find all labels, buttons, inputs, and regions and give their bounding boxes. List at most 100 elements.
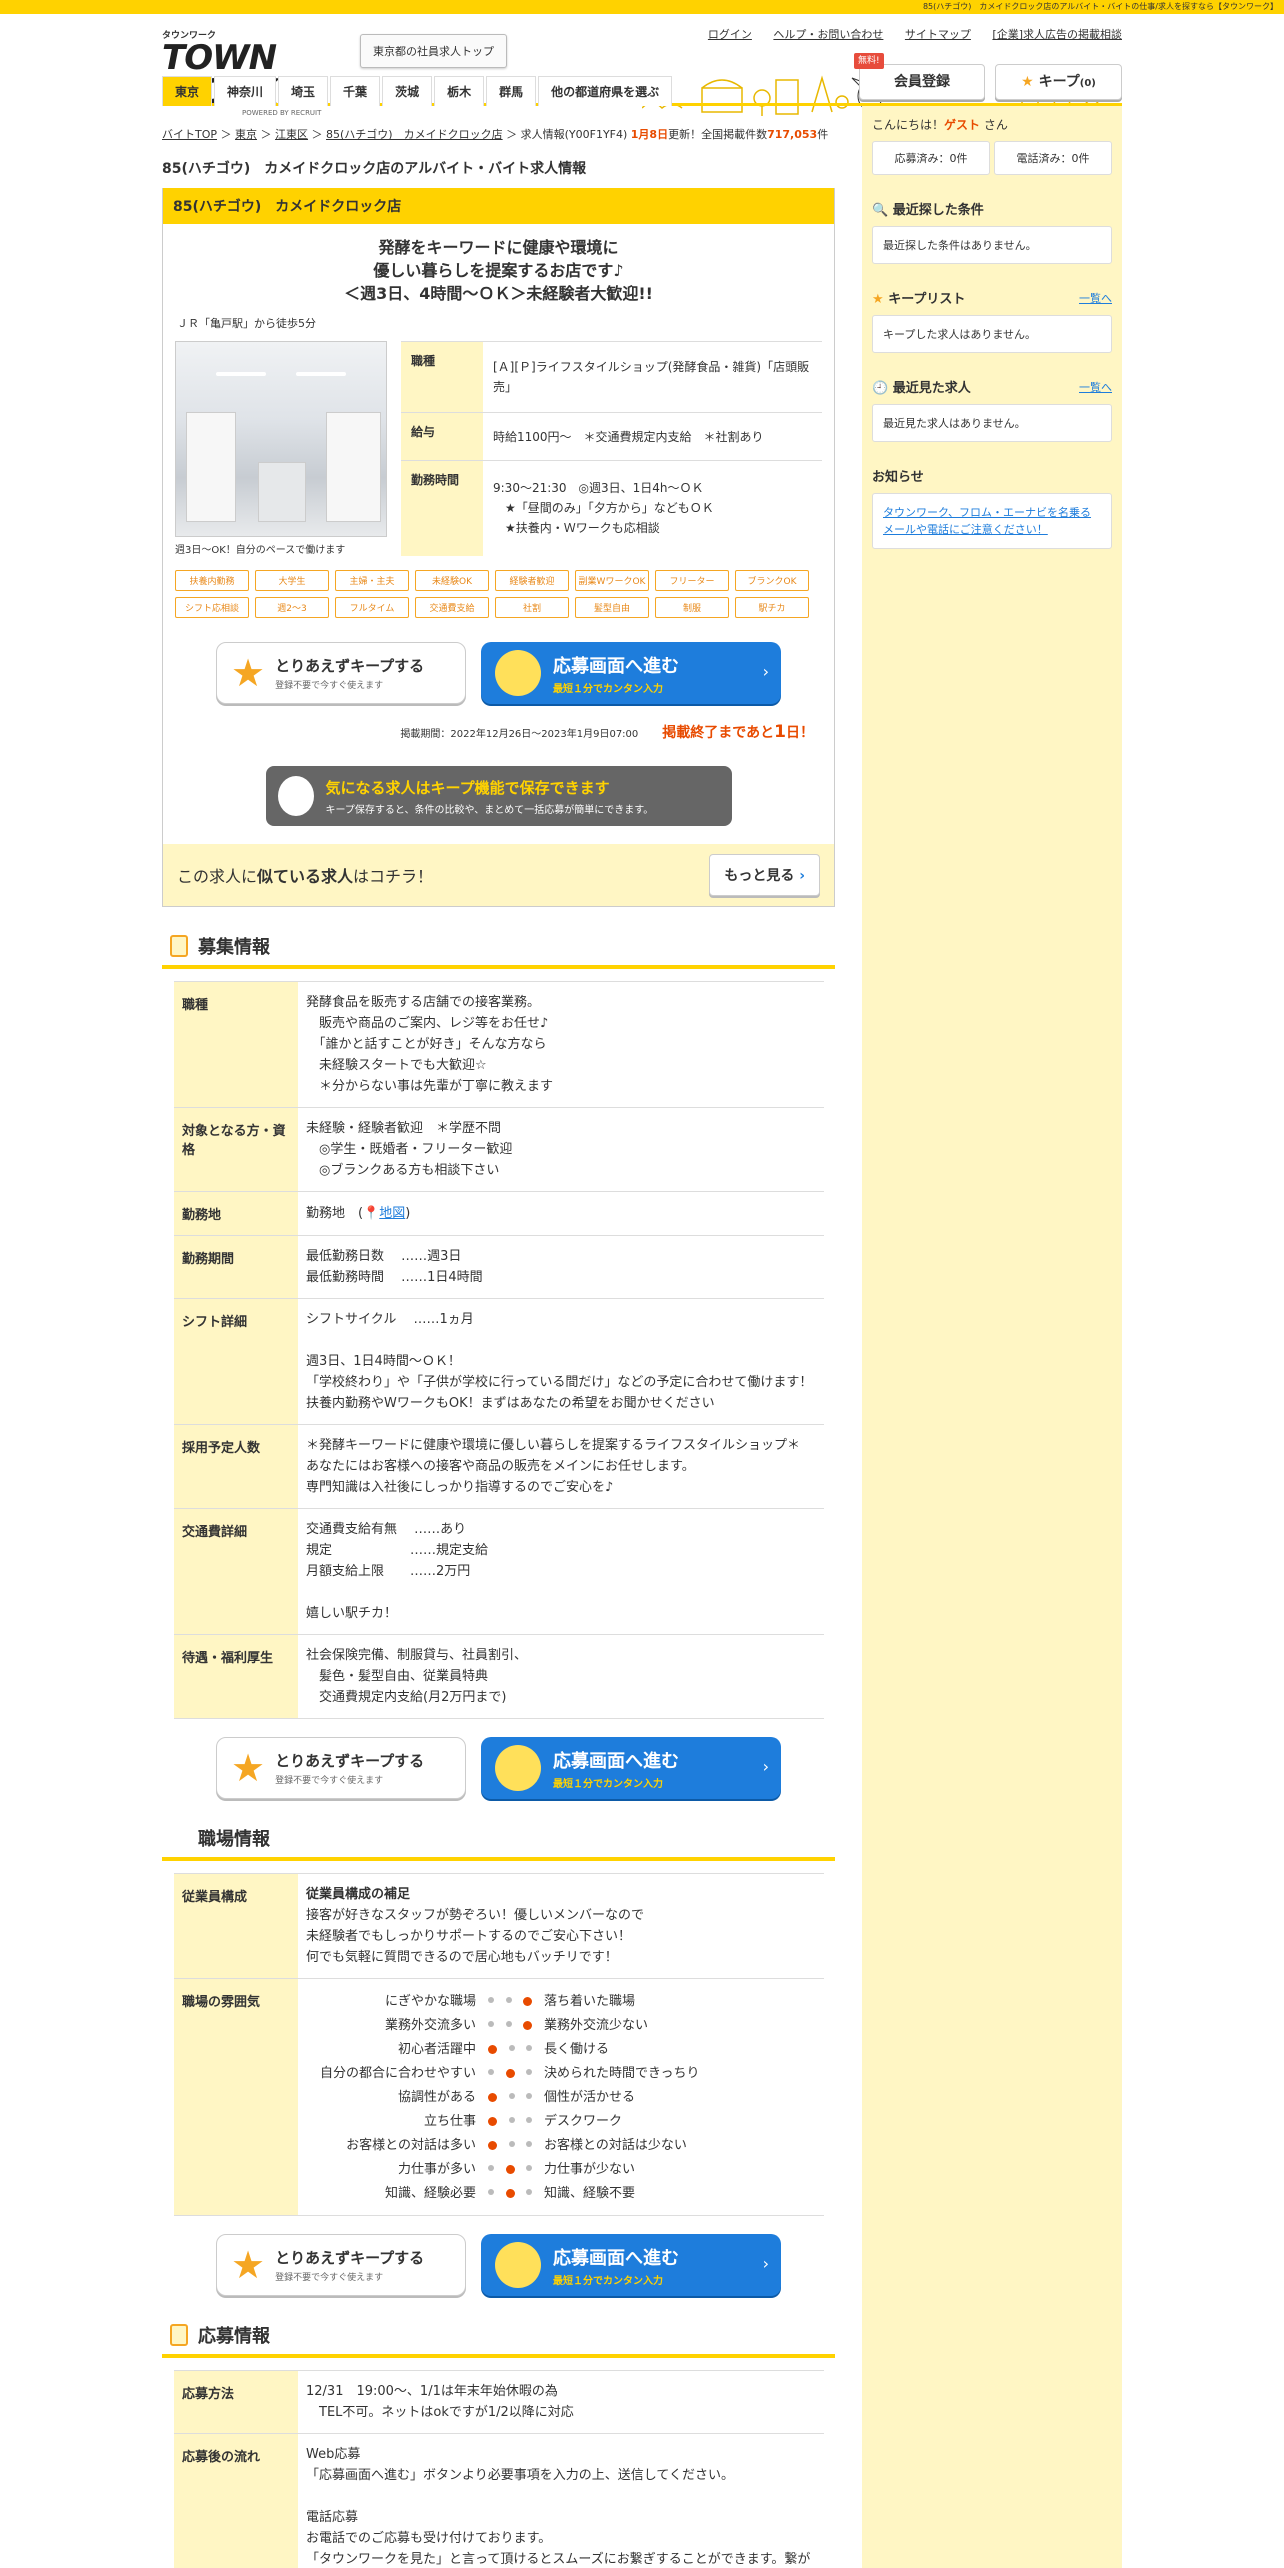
keep-job-button[interactable]: ★ とりあえずキープする 登録不要で今すぐ使えます — [216, 1737, 466, 1799]
called-count[interactable]: 電話済み：0件 — [994, 141, 1112, 175]
more-similar-button[interactable]: もっと見る › — [709, 854, 820, 896]
history-icon: 🕘 — [872, 381, 889, 396]
chevron-right-icon: › — [762, 1757, 769, 1776]
scale-dot — [505, 2164, 515, 2174]
atmosphere-row: 協調性がある 個性が活かせる — [306, 2085, 816, 2109]
map-link[interactable]: 地図 — [379, 1206, 405, 1221]
feature-tag[interactable]: 主婦・主夫 — [335, 570, 409, 591]
breadcrumb-koto[interactable]: 江東区 — [275, 128, 308, 141]
feature-tag[interactable]: 経験者歓迎 — [495, 570, 569, 591]
townwork-logo[interactable]: タウンワーク TOWN WORK POWERED BY RECRUIT — [162, 28, 342, 117]
scale-dot — [526, 2068, 532, 2075]
catch-copy: 発酵をキーワードに健康や環境に 優しい暮らしを提案するお店です♪ ＜週3日、4時… — [163, 236, 834, 305]
keep-job-button[interactable]: ★ とりあえずキープする 登録不要で今すぐ使えます — [216, 642, 466, 704]
apply-button[interactable]: 応募画面へ進む 最短１分でカンタン入力 › — [481, 2234, 781, 2296]
sitemap-link[interactable]: サイトマップ — [905, 28, 971, 41]
top-info-bar: 85(ハチゴウ) カメイドクロック店のアルバイト・バイトの仕事/求人を探すなら【… — [0, 0, 1284, 14]
nav-tab-ibaraki[interactable]: 茨城 — [382, 76, 433, 106]
prefecture-nav: 東京 神奈川 埼玉 千葉 茨城 栃木 群馬 他の都道府県を選ぶ — [162, 74, 1122, 106]
feature-tag[interactable]: 交通費支給 — [415, 597, 489, 618]
feature-tag[interactable]: 制服 — [655, 597, 729, 618]
action-buttons-2: ★ とりあえずキープする 登録不要で今すぐ使えます 応募画面へ進む 最短１分でカンタ… — [162, 1737, 835, 1799]
store-photo — [175, 341, 387, 537]
nav-tab-tokyo[interactable]: 東京 — [162, 76, 213, 106]
recent-viewed-box: 最近見た求人はありません。 — [872, 404, 1112, 442]
nav-tab-chiba[interactable]: 千葉 — [330, 76, 381, 106]
greet-post: さん — [983, 118, 1008, 132]
summary-value-salary: 時給1100円～ ＊交通費規定内支給 ＊社割あり — [483, 412, 822, 461]
update-suffix: 更新！全国掲載件数 — [668, 128, 768, 141]
news-link[interactable]: タウンワーク、フロム・エーナビを名乗るメールや電話にご注意ください！ — [883, 506, 1091, 536]
keep-list-link[interactable]: 一覧へ — [1079, 290, 1112, 306]
nav-tab-gunma[interactable]: 群馬 — [486, 76, 537, 106]
days-remaining-number: 1 — [774, 722, 786, 742]
listing-period: 掲載期間：2022年12月26日～2023年1月9日07:00 掲載終了まであと… — [163, 722, 814, 742]
workplace-table: 従業員構成 従業員構成の補足 接客が好きなスタッフが勢ぞろい！優しいメンバーなので… — [174, 1873, 824, 2216]
nav-tab-other-prefectures[interactable]: 他の都道府県を選ぶ — [538, 76, 673, 106]
feature-tag[interactable]: 扶養内勤務 — [175, 570, 249, 591]
feature-tag[interactable]: シフト応相談 — [175, 597, 249, 618]
row-value: Web応募 「応募画面へ進む」ボタンより必要事項を入力の上、送信してください。 … — [298, 2433, 824, 2568]
corporate-ad-link[interactable]: [企業]求人広告の掲載相談 — [992, 28, 1122, 41]
feature-tag[interactable]: 週2～3 — [255, 597, 329, 618]
apply-button[interactable]: 応募画面へ進む 最短１分でカンタン入力 › — [481, 642, 781, 704]
atmosphere-left: 立ち仕事 — [423, 2113, 476, 2129]
atmosphere-row: 立ち仕事 デスクワーク — [306, 2109, 816, 2133]
row-label: 従業員構成 — [174, 1873, 298, 1979]
scale-dot — [488, 2020, 494, 2027]
star-icon: ★ — [231, 2243, 266, 2287]
atmosphere-scale — [482, 2164, 538, 2174]
recruit-table: 職種 発酵食品を販売する店舗での接客業務。 販売や商品のご案内、レジ等をお任せ♪ … — [174, 981, 824, 1719]
recent-conditions-heading: 🔍 最近探した条件 — [872, 199, 1112, 218]
keep-button-sub: 登録不要で今すぐ使えます — [275, 1776, 384, 1786]
scale-dot — [508, 2044, 515, 2051]
feature-tag[interactable]: 副業WワークOK — [575, 570, 649, 591]
feature-tag[interactable]: フルタイム — [335, 597, 409, 618]
summary-value-hours: 9:30～21:30 ◎週3日、1日4h～ＯＫ ★「昼間のみ」「夕方から」なども… — [483, 459, 822, 556]
days-remaining-prefix: 掲載終了まであと — [662, 725, 775, 741]
row-label: 職場の雰囲気 — [174, 1978, 298, 2216]
summary-value-job: [Ａ][Ｐ]ライフスタイルショップ(発酵食品・雑貨)「店頭販売」 — [483, 340, 822, 413]
update-date: 1月8日 — [630, 128, 669, 141]
help-link[interactable]: ヘルプ・お問い合わせ — [773, 28, 883, 41]
nav-tab-saitama[interactable]: 埼玉 — [278, 76, 329, 106]
feature-tag[interactable]: 駅チカ — [735, 597, 809, 618]
breadcrumb-tokyo[interactable]: 東京 — [235, 128, 257, 141]
feature-tag[interactable]: 未経験OK — [415, 570, 489, 591]
nav-tab-tochigi[interactable]: 栃木 — [434, 76, 485, 106]
apply-button[interactable]: 応募画面へ進む 最短１分でカンタン入力 › — [481, 1737, 781, 1799]
star-icon: ★ — [872, 292, 884, 307]
feature-tag[interactable]: 社割 — [495, 597, 569, 618]
applied-count[interactable]: 応募済み：0件 — [872, 141, 990, 175]
feature-tag[interactable]: 髪型自由 — [575, 597, 649, 618]
summary-label: 職種 — [401, 340, 483, 413]
breadcrumb-store[interactable]: 85(ハチゴウ) カメイドクロック店 — [326, 128, 503, 141]
catch-line-2: 優しい暮らしを提案するお店です♪ — [373, 261, 624, 280]
recent-viewed-link[interactable]: 一覧へ — [1079, 379, 1112, 395]
location-suffix: ) — [405, 1206, 411, 1221]
total-count-unit: 件 — [817, 128, 829, 141]
breadcrumb-current: 求人情報(Y00F1YF4) — [520, 128, 628, 141]
scale-dot — [505, 2188, 515, 2198]
total-count: 717,053 — [767, 128, 818, 141]
feature-tags: 扶養内勤務 大学生 主婦・主夫 未経験OK 経験者歓迎 副業WワークOK フリーター ブランク… — [175, 570, 825, 624]
feature-tag[interactable]: ブランクOK — [735, 570, 809, 591]
row-label: 応募後の流れ — [174, 2433, 298, 2568]
mascot-icon — [495, 2242, 541, 2288]
keep-list-box: キープした求人はありません。 — [872, 315, 1112, 353]
scale-dot — [526, 2116, 532, 2123]
map-pin-icon: 📍 — [363, 1206, 380, 1221]
atmosphere-left: 力仕事が多い — [397, 2161, 476, 2177]
feature-tag[interactable]: 大学生 — [255, 570, 329, 591]
similar-post: はコチラ！ — [353, 867, 434, 886]
feature-tag[interactable]: フリーター — [655, 570, 729, 591]
atmosphere-row: 力仕事が多い 力仕事が少ない — [306, 2157, 816, 2181]
row-label: 勤務期間 — [174, 1235, 298, 1299]
keep-job-button[interactable]: ★ とりあえずキープする 登録不要で今すぐ使えます — [216, 2234, 466, 2296]
tokyo-employee-top-button[interactable]: 東京都の社員求人トップ — [360, 34, 507, 68]
keep-list-title: キープリスト — [888, 292, 966, 307]
breadcrumb-top[interactable]: バイトTOP — [162, 128, 217, 141]
keep-promo-banner[interactable]: 気になる求人はキープ機能で保存できます キープ保存すると、条件の比較や、まとめて一… — [265, 766, 732, 826]
nav-tab-kanagawa[interactable]: 神奈川 — [214, 76, 277, 106]
login-link[interactable]: ログイン — [708, 28, 752, 41]
